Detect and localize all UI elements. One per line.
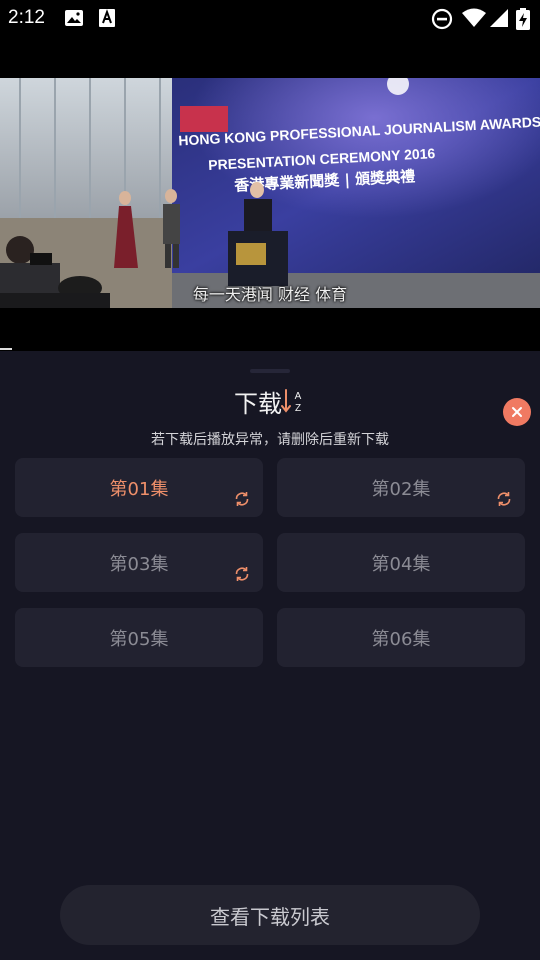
video-controls-area: [0, 308, 540, 350]
view-download-list-button[interactable]: 查看下载列表: [60, 885, 480, 945]
video-subtitle: 每一天港闻 财经 体育: [192, 285, 348, 304]
episode-label: 第06集: [371, 628, 431, 650]
episode-03-button[interactable]: 第03集: [15, 533, 263, 592]
status-time: 2:12: [8, 7, 45, 28]
video-player[interactable]: HONG KONG PROFESSIONAL JOURNALISM AWARDS…: [0, 78, 540, 308]
sheet-handle[interactable]: [250, 369, 290, 373]
svg-text:Z: Z: [295, 403, 301, 414]
image-icon: [64, 8, 84, 32]
episode-01-button[interactable]: 第01集: [15, 458, 263, 517]
episode-label: 第05集: [109, 628, 169, 650]
download-sheet: 下载 A Z 若下载后播放异常，请删除后重新下载 第01集 第02集 第03集 …: [0, 351, 540, 960]
video-frame: HONG KONG PROFESSIONAL JOURNALISM AWARDS…: [0, 78, 540, 308]
sort-a-z-icon[interactable]: A Z: [281, 388, 305, 418]
wifi-icon: [462, 8, 486, 32]
episode-label: 第02集: [371, 478, 431, 500]
episode-04-button[interactable]: 第04集: [277, 533, 525, 592]
sheet-title: 下载: [0, 384, 540, 419]
episode-05-button[interactable]: 第05集: [15, 608, 263, 667]
battery-charging-icon: [516, 8, 530, 34]
episode-label: 第03集: [109, 553, 169, 575]
close-icon: [511, 403, 523, 422]
episode-label: 第01集: [109, 478, 169, 500]
status-bar: 2:12: [0, 0, 540, 36]
download-notice: 若下载后播放异常，请删除后重新下载: [151, 432, 389, 448]
sync-icon: [233, 490, 251, 513]
playback-progress[interactable]: [0, 348, 12, 350]
sync-icon: [495, 490, 513, 513]
svg-text:A: A: [295, 391, 302, 402]
episode-label: 第04集: [371, 553, 431, 575]
do-not-disturb-icon: [431, 8, 453, 34]
view-download-list-label: 查看下载列表: [210, 904, 330, 929]
sync-icon: [233, 565, 251, 588]
close-button[interactable]: [503, 398, 531, 426]
sheet-title-text: 下载: [234, 390, 282, 418]
font-a-icon: [98, 8, 116, 32]
episode-02-button[interactable]: 第02集: [277, 458, 525, 517]
episode-06-button[interactable]: 第06集: [277, 608, 525, 667]
signal-icon: [489, 8, 509, 32]
